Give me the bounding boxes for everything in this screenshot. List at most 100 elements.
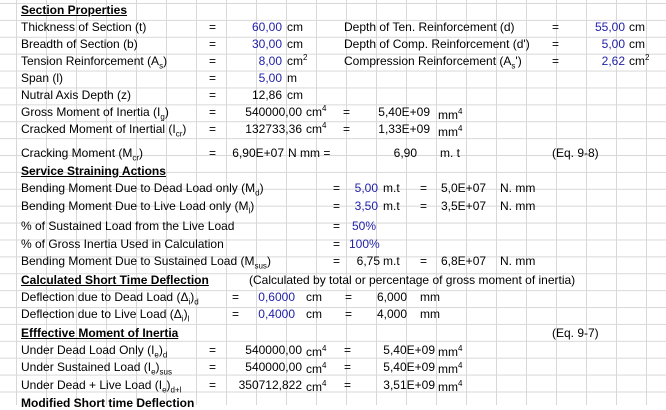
unit-ie-sustained: cm4 [306,361,327,377]
section-title-short-deflection: Calculated Short Time Deflection [21,273,209,287]
label-breadth: Breadth of Section (b) [21,37,138,51]
unit2-sustained-moment: N. mm [500,254,536,268]
unit-dead-deflection: cm [306,290,322,304]
label-ie-dead: Under Dead Load Only (Ie)d [21,343,168,360]
eq-sustained-moment: = [333,254,341,268]
label-gross-inertia-percent: % of Gross Inertia Used in Calculation [21,237,224,251]
eq-comp-reinforcement: = [552,54,560,68]
label-depth-comp: Depth of Comp. Reinforcement (d') [344,37,530,51]
eq2-ie-dead: = [344,343,352,357]
eq-gross-inertia-percent: = [333,237,341,251]
value2-cracking-moment: 6,90 [393,146,417,160]
value-comp-reinforcement[interactable]: 2,62 [585,54,625,68]
label-gross-inertia: Gross Moment of Inertia (Ig) [21,105,169,122]
value2-gross-inertia: 5,40E+09 [378,105,430,119]
value-sustained-percent[interactable]: 50% [352,219,376,233]
label-live-deflection: Deflection due to Live Load (Δi)l [21,307,190,324]
eq-dead-deflection: = [232,290,240,304]
value2-dead-deflection: 6,000 [376,290,407,304]
unit2-dead-deflection: mm [420,290,440,304]
unit-neutral-axis: cm [287,88,303,102]
eq2-ie-dead-live: = [344,378,352,392]
eq-breadth: = [209,37,217,51]
unit-depth-ten: cm [629,20,645,34]
value-span[interactable]: 5,00 [232,71,282,85]
value-ie-sustained: 540000,00 [245,360,302,374]
eq2-cracked-inertia: = [343,122,351,136]
value-neutral-axis: 12,86 [251,88,282,102]
value-live-deflection: 0,4000 [258,307,295,321]
value-breadth[interactable]: 30,00 [232,37,282,51]
unit2-dead-moment: N. mm [500,181,536,195]
eq-sustained-percent: = [333,219,341,233]
value-gross-inertia-percent[interactable]: 100% [349,237,380,251]
eq2-live-moment: = [420,199,428,213]
value-cracked-inertia: 132733,36 [245,122,302,136]
unit2-gross-inertia: mm4 [438,107,463,123]
value2-cracked-inertia: 1,33E+09 [378,122,430,136]
unit-comp-reinforcement: cm2 [629,53,650,69]
value2-dead-moment: 5,0E+07 [441,181,487,195]
eq-tension: = [209,54,217,68]
short-deflection-note: (Calculated by total or percentage of gr… [249,273,576,287]
unit-gross-inertia: cm4 [306,104,327,120]
eq-live-deflection: = [232,307,240,321]
section-title-properties: Section Properties [21,3,128,17]
label-thickness: Thickness of Section (t) [21,20,147,34]
eq-gross-inertia: = [209,105,217,119]
value-ie-dead: 540000,00 [245,343,302,357]
unit2-ie-dead: mm4 [438,344,463,360]
unit2-ie-sustained: mm4 [438,361,463,377]
label-cracked-inertia: Cracked Moment of Inertial (Icr) [21,122,187,139]
value-dead-deflection: 0,6000 [258,290,295,304]
unit-sustained-moment: m.t [383,254,400,268]
eq-neutral-axis: = [209,88,217,102]
eq-ie-dead: = [209,343,217,357]
unit2-cracked-inertia: mm4 [438,124,463,140]
value-tension[interactable]: 8,00 [232,54,282,68]
value-ie-dead-live: 350712,822 [238,378,302,392]
eq-cracking-moment: = [209,146,217,160]
value2-live-deflection: 4,000 [376,307,407,321]
value-depth-comp[interactable]: 5,00 [585,37,625,51]
eq-thickness: = [209,20,217,34]
section-title-effective-inertia: Efffective Moment of Inertia [21,326,179,340]
label-ie-sustained: Under Sustained Load (Ie)sus [21,360,172,377]
unit-dead-moment: m.t [383,181,400,195]
ref-eq-9-7: (Eq. 9-7) [552,326,599,340]
eq-depth-ten: = [552,20,560,34]
unit-cracked-inertia: cm4 [306,121,327,137]
label-dead-moment: Bending Moment Due to Dead Load only (Md… [21,181,264,198]
unit2-live-deflection: mm [420,307,440,321]
value-depth-ten[interactable]: 55,00 [585,20,625,34]
eq2-sustained-moment: = [420,254,428,268]
label-tension-reinforcement: Tension Reinforcement (As) [21,54,168,71]
eq-span: = [209,71,217,85]
unit2-live-moment: N. mm [500,199,536,213]
eq2-gross-inertia: = [343,105,351,119]
label-comp-reinforcement: Compression Reinforcement (As') [344,54,522,71]
unit-live-deflection: cm [306,307,322,321]
unit-span: m [287,71,297,85]
eq-ie-sustained: = [209,360,217,374]
label-sustained-moment: Bending Moment Due to Sustained Load (Ms… [21,254,271,271]
label-span: Span (l) [21,71,64,85]
unit-tension: cm2 [287,53,308,69]
value2-ie-sustained: 5,40E+09 [383,360,435,374]
value2-sustained-moment: 6,8E+07 [441,254,487,268]
eq2-live-deflection: = [345,307,353,321]
unit-depth-comp: cm [629,37,645,51]
unit2-cracking-moment: m. t [440,146,460,160]
eq-cracked-inertia: = [209,122,217,136]
value-dead-moment[interactable]: 5,00 [350,181,378,195]
value-live-moment[interactable]: 3,50 [350,199,378,213]
ref-eq-9-8: (Eq. 9-8) [552,146,599,160]
label-neutral-axis: Nutral Axis Depth (z) [21,88,132,102]
unit-ie-dead-live: cm4 [306,379,327,395]
value2-ie-dead: 5,40E+09 [383,343,435,357]
label-live-moment: Bending Moment Due to Live Load only (Ml… [21,199,255,216]
unit-breadth: cm [287,37,303,51]
eq2-dead-deflection: = [345,290,353,304]
value-gross-inertia: 540000,00 [245,105,302,119]
value-thickness[interactable]: 60,00 [232,20,282,34]
